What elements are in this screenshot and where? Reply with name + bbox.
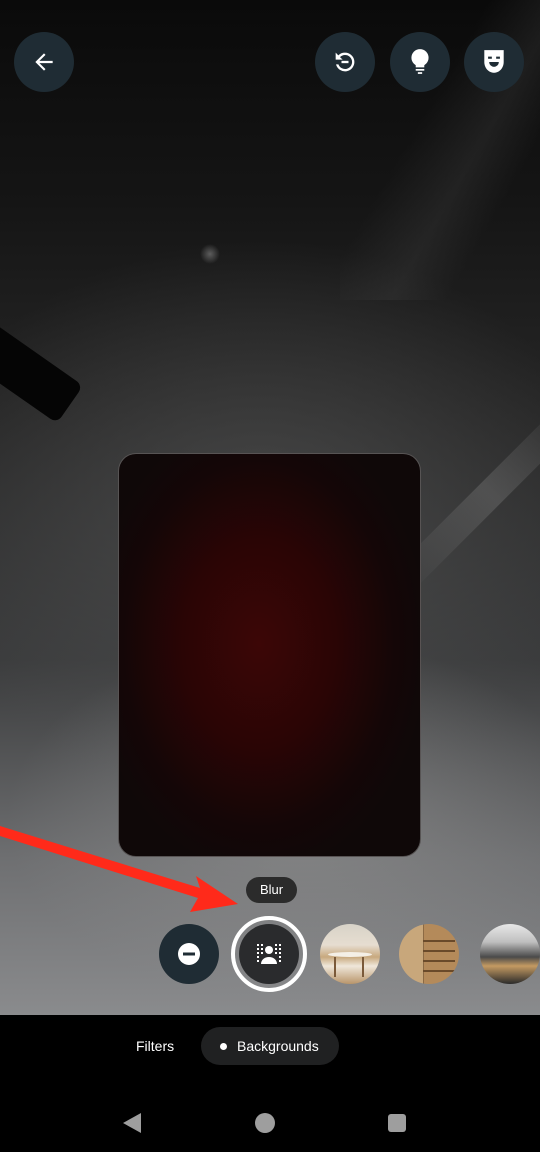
system-navigation-bar bbox=[0, 1095, 540, 1152]
none-icon bbox=[178, 943, 200, 965]
background-none-button[interactable] bbox=[159, 924, 219, 984]
tab-filters[interactable]: Filters bbox=[136, 1027, 174, 1065]
lighting-button[interactable] bbox=[390, 32, 450, 92]
nav-home-icon[interactable] bbox=[255, 1113, 275, 1133]
background-object bbox=[0, 322, 84, 424]
tab-backgrounds[interactable]: Backgrounds bbox=[201, 1027, 339, 1065]
reset-icon bbox=[335, 52, 355, 72]
tab-backgrounds-label: Backgrounds bbox=[237, 1038, 319, 1054]
arrow-left-icon bbox=[35, 53, 53, 71]
camera-view: Blur bbox=[0, 0, 540, 1015]
background-blur-button[interactable] bbox=[231, 916, 307, 992]
nav-back-icon[interactable] bbox=[123, 1113, 141, 1133]
background-thumbnail-2[interactable] bbox=[399, 924, 459, 984]
background-thumbnail-3[interactable] bbox=[480, 924, 540, 984]
annotation-arrow bbox=[0, 826, 238, 912]
active-indicator-dot bbox=[220, 1042, 227, 1050]
blur-tooltip: Blur bbox=[246, 877, 298, 903]
back-button[interactable] bbox=[14, 32, 74, 92]
background-thumbnail-1[interactable] bbox=[320, 924, 380, 984]
blur-person-icon bbox=[257, 944, 281, 964]
lightbulb-icon bbox=[411, 49, 429, 74]
reset-button[interactable] bbox=[315, 32, 375, 92]
effects-button[interactable] bbox=[464, 32, 524, 92]
background-picker bbox=[0, 916, 540, 992]
video-preview bbox=[118, 453, 421, 857]
background-light-spot bbox=[200, 244, 220, 264]
mode-tabs: Filters Backgrounds bbox=[0, 1027, 540, 1065]
theater-mask-icon bbox=[484, 50, 504, 73]
nav-recents-icon[interactable] bbox=[388, 1114, 406, 1132]
